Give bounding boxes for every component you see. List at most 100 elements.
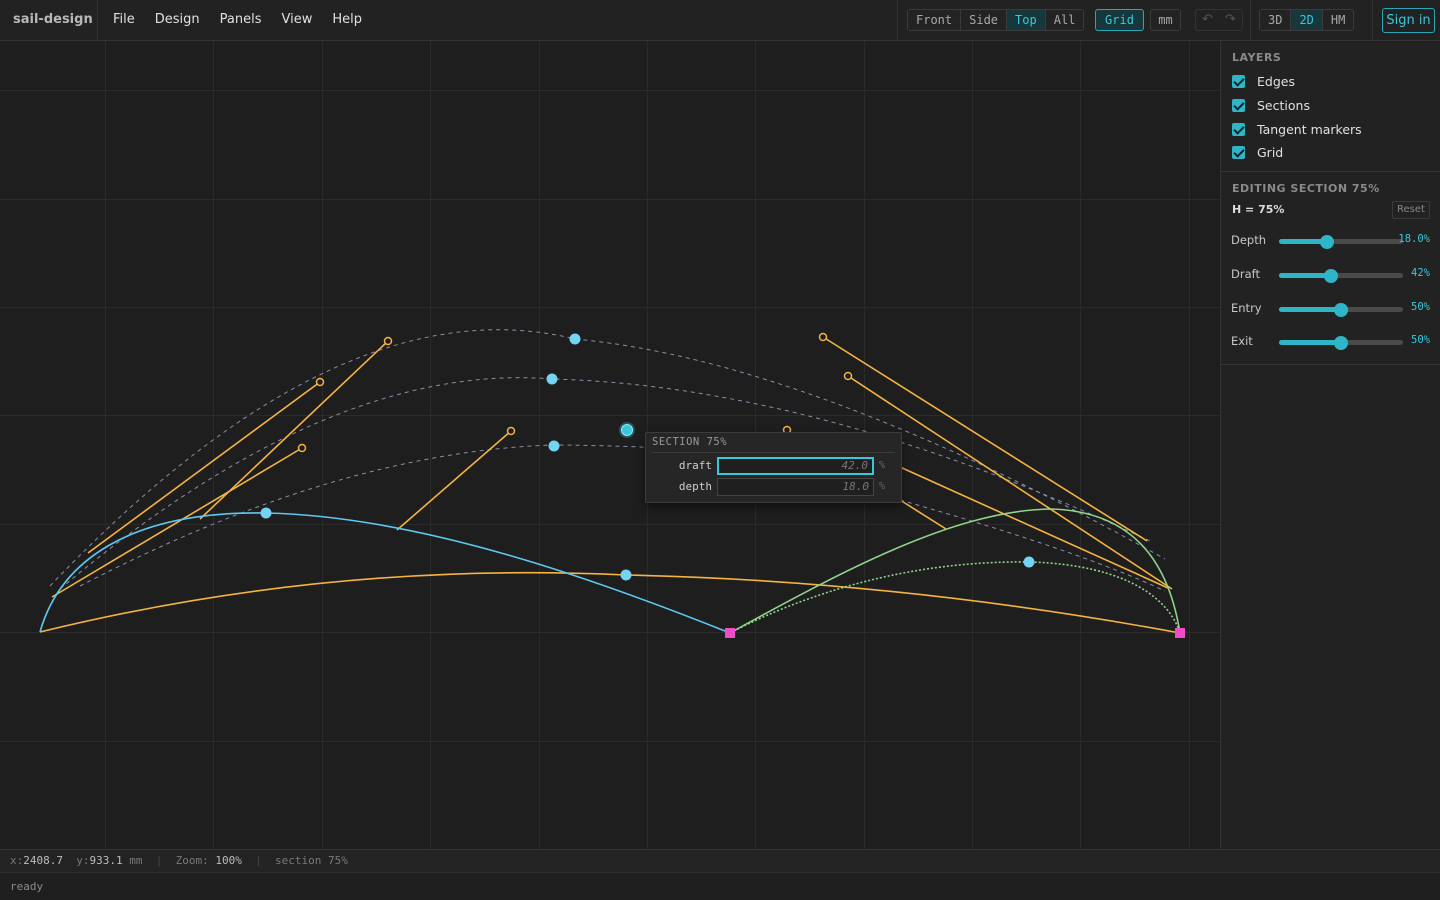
sail-drawing[interactable] — [0, 41, 1220, 849]
reset-button[interactable]: Reset — [1392, 201, 1430, 219]
exit-slider[interactable] — [1279, 336, 1403, 350]
slider-fill — [1279, 340, 1341, 345]
history-controls: ↶ ↷ — [1195, 9, 1243, 31]
slider-label: Exit — [1231, 334, 1253, 348]
view-all-button[interactable]: All — [1046, 10, 1084, 30]
selected-control-point — [621, 424, 633, 436]
entry-slider-row: Entry 50% — [1220, 298, 1440, 318]
view-top-button[interactable]: Top — [1007, 10, 1046, 30]
layer-label: Tangent markers — [1257, 121, 1362, 137]
depth-slider[interactable] — [1279, 235, 1403, 249]
popup-row-draft: draft 42.0 % — [646, 457, 903, 475]
app-brand: sail-design — [0, 0, 98, 40]
menu-view[interactable]: View — [272, 0, 323, 40]
depth-input[interactable]: 18.0 — [717, 478, 874, 496]
slider-value: 50% — [1411, 334, 1430, 346]
section-popup: SECTION 75% draft 42.0 % depth 18.0 % — [645, 432, 902, 503]
units-button[interactable]: mm — [1150, 9, 1181, 31]
draft-unit: % — [879, 460, 886, 471]
popup-divider — [652, 452, 895, 453]
toolbar-divider — [1372, 0, 1373, 40]
foot-edge — [39, 571, 1181, 634]
undo-icon[interactable]: ↶ — [1196, 10, 1219, 30]
zoom-value: 100% — [215, 854, 242, 867]
slider-knob[interactable] — [1324, 269, 1339, 283]
menu-panels[interactable]: Panels — [210, 0, 272, 40]
layer-label: Edges — [1257, 73, 1295, 89]
popup-row-depth: depth 18.0 % — [646, 478, 903, 496]
layer-sections-checkbox[interactable] — [1232, 98, 1245, 112]
mode-3d-button[interactable]: 3D — [1260, 10, 1292, 30]
active-section: section 75% — [275, 854, 348, 867]
mode-2d-button[interactable]: 2D — [1291, 10, 1323, 30]
clew-corner-marker — [725, 628, 735, 638]
top-bar: sail-design File Design Panels View Help… — [0, 0, 1440, 41]
redo-icon[interactable]: ↷ — [1219, 10, 1242, 30]
layer-tangent-markers-checkbox[interactable] — [1232, 122, 1245, 136]
slider-label: Depth — [1231, 233, 1267, 247]
view-side-button[interactable]: Side — [961, 10, 1008, 30]
leech-dashed-edge — [729, 561, 1181, 634]
layer-tangent-markers[interactable]: Tangent markers — [1232, 121, 1362, 137]
leech-edge — [729, 508, 1181, 634]
slider-value: 18.0% — [1398, 233, 1430, 245]
layer-edges[interactable]: Edges — [1232, 73, 1295, 89]
draft-slider-row: Draft 42% — [1220, 264, 1440, 284]
panel-divider — [1221, 171, 1440, 172]
layer-sections[interactable]: Sections — [1232, 97, 1310, 113]
editing-heading: EDITING SECTION 75% — [1232, 182, 1380, 195]
layer-label: Sections — [1257, 97, 1310, 113]
grid-lines — [0, 41, 1220, 849]
slider-knob[interactable] — [1320, 235, 1335, 249]
slider-label: Entry — [1231, 301, 1262, 315]
slider-value: 42% — [1411, 267, 1430, 279]
grid-toggle-button[interactable]: Grid — [1095, 9, 1144, 31]
panel-divider — [1221, 364, 1440, 365]
y-label: y: — [76, 854, 90, 867]
sign-in-button[interactable]: Sign in — [1382, 8, 1435, 33]
toolbar-divider — [897, 0, 898, 40]
zoom-label: Zoom: — [175, 854, 209, 867]
slider-knob[interactable] — [1334, 303, 1348, 317]
mode-selector: 3D 2D HM — [1259, 9, 1355, 31]
status-message: ready — [10, 880, 44, 893]
slider-fill — [1279, 307, 1341, 312]
slider-value: 50% — [1411, 301, 1430, 313]
menu-file[interactable]: File — [103, 0, 145, 40]
layer-grid[interactable]: Grid — [1232, 144, 1283, 160]
mode-hm-button[interactable]: HM — [1323, 10, 1353, 30]
x-coordinate: 2408.7 — [23, 854, 63, 867]
draft-label: draft — [678, 459, 712, 472]
design-canvas[interactable]: SECTION 75% draft 42.0 % depth 18.0 % — [0, 41, 1220, 849]
view-selector: Front Side Top All — [907, 9, 1085, 31]
right-panel: LAYERS Edges Sections Tangent markers Gr… — [1220, 41, 1440, 849]
x-label: x: — [10, 854, 24, 867]
section-curves — [49, 329, 1166, 592]
menu-bar: File Design Panels View Help — [103, 0, 372, 40]
draft-slider[interactable] — [1279, 269, 1403, 283]
coordinate-status-bar: x:2408.7 y:933.1 mm | Zoom: 100% | secti… — [0, 849, 1440, 872]
exit-slider-row: Exit 50% — [1220, 331, 1440, 351]
menu-design[interactable]: Design — [145, 0, 210, 40]
layers-heading: LAYERS — [1232, 51, 1282, 64]
layer-edges-checkbox[interactable] — [1232, 74, 1245, 88]
popup-title: SECTION 75% — [652, 436, 728, 448]
toolbar-divider — [1250, 0, 1251, 40]
unit-label: mm — [129, 854, 143, 867]
layer-label: Grid — [1257, 144, 1284, 160]
entry-slider[interactable] — [1279, 303, 1403, 317]
depth-label: depth — [678, 480, 712, 493]
y-coordinate: 933.1 — [89, 854, 123, 867]
slider-label: Draft — [1231, 267, 1260, 281]
layer-grid-checkbox[interactable] — [1232, 145, 1245, 159]
draft-input[interactable]: 42.0 — [717, 457, 874, 475]
section-height-value: H = 75% — [1232, 203, 1285, 216]
menu-help[interactable]: Help — [322, 0, 372, 40]
depth-unit: % — [879, 481, 886, 492]
tangent-markers — [51, 336, 1173, 598]
tack-corner-marker — [1175, 628, 1185, 638]
depth-slider-row: Depth 18.0% — [1220, 230, 1440, 250]
message-bar: ready — [0, 872, 1440, 900]
view-front-button[interactable]: Front — [908, 10, 962, 30]
slider-knob[interactable] — [1334, 336, 1348, 350]
